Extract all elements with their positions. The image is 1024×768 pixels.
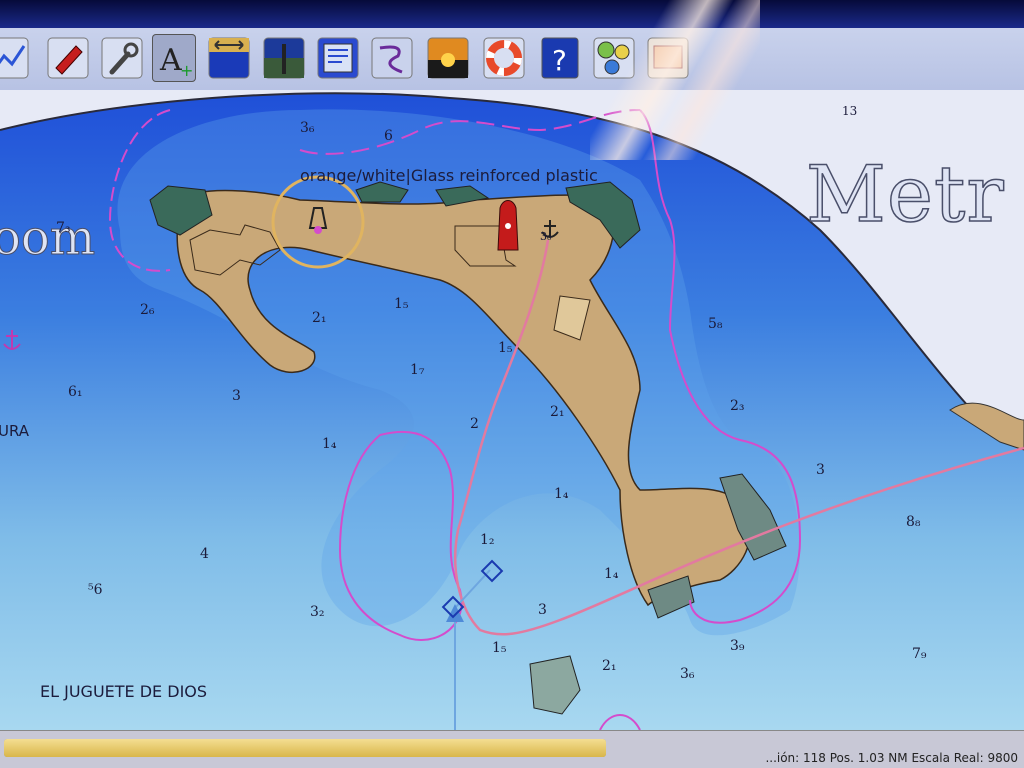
sounding: 1₄ (554, 486, 569, 502)
sounding: 2 (470, 416, 479, 432)
sounding: 1₂ (480, 532, 495, 548)
sounding: 1₇ (410, 362, 425, 378)
boat-icon[interactable] (46, 34, 90, 82)
progress-fill (4, 739, 606, 757)
svg-text:A: A (159, 43, 182, 78)
svg-text:+: + (180, 61, 193, 80)
sounding: 1₄ (322, 436, 337, 452)
nautical-chart[interactable]: Metr oom orange/white|Glass reinforced p… (0, 90, 1024, 730)
chart-loading-progress (4, 739, 606, 757)
tide-icon[interactable] (262, 34, 306, 82)
chartplotter-screen: A + ? Metr oom orange/white|Glass reinfo… (0, 0, 1024, 768)
route-icon[interactable] (0, 34, 30, 82)
sounding: 7₉ (912, 646, 927, 662)
place-name-ura: URA (0, 422, 30, 440)
sounding: 3₆ (300, 120, 315, 136)
sounding: 6₁ (68, 384, 83, 400)
sounding: 2₁ (602, 658, 617, 674)
svg-text:?: ? (552, 44, 567, 77)
text-annotate-icon[interactable]: A + (152, 34, 196, 82)
screen-bezel (0, 0, 1024, 28)
toolbar: A + ? (0, 28, 1024, 91)
measure-icon[interactable] (207, 34, 251, 82)
wrench-icon[interactable] (100, 34, 144, 82)
sounding: 2₁ (550, 404, 565, 420)
sounding: 3₉ (730, 638, 745, 654)
buoy-light-icon (314, 226, 322, 234)
place-name-el-juguete-de-dios: EL JUGUETE DE DIOS (40, 682, 208, 701)
sounding: 3 (816, 462, 825, 478)
sounding: 1₄ (604, 566, 619, 582)
help-icon[interactable]: ? (538, 34, 582, 82)
sounding: 2₆ (140, 302, 155, 318)
scale-watermark-left: oom (0, 210, 96, 267)
sounding: 8₈ (906, 514, 921, 530)
layers-icon[interactable] (316, 34, 360, 82)
scale-watermark: Metr (805, 149, 1005, 241)
sounding: 3₆ (680, 666, 695, 682)
sounding: 5₈ (708, 316, 723, 332)
sounding: 6 (384, 128, 393, 144)
sounding: 1₅ (492, 640, 507, 656)
sounding: 3 (538, 602, 547, 618)
sounding: 3₂ (310, 604, 325, 620)
sounding: 7₃ (56, 220, 71, 236)
lifebuoy-icon[interactable] (482, 34, 526, 82)
instruments-icon[interactable] (592, 34, 636, 82)
photo-icon[interactable] (646, 34, 690, 82)
sounding: 13 (842, 104, 858, 118)
status-bar: ...ión: 118 Pos. 1.03 NM Escala Real: 98… (0, 730, 1024, 768)
sounding: 1₅ (498, 340, 513, 356)
object-query-label: orange/white|Glass reinforced plastic (300, 166, 598, 185)
sounding: 1₅ (394, 296, 409, 312)
sounding: 2₁ (312, 310, 327, 326)
sounding: 3 (232, 388, 241, 404)
sounding: ⁵6 (88, 582, 103, 598)
track-icon[interactable] (370, 34, 414, 82)
sounding: 3₀ (540, 230, 552, 243)
sounding: 4 (200, 546, 209, 562)
sounding: 2₃ (730, 398, 745, 414)
status-text: ...ión: 118 Pos. 1.03 NM Escala Real: 98… (765, 751, 1018, 765)
sunset-icon[interactable] (426, 34, 470, 82)
